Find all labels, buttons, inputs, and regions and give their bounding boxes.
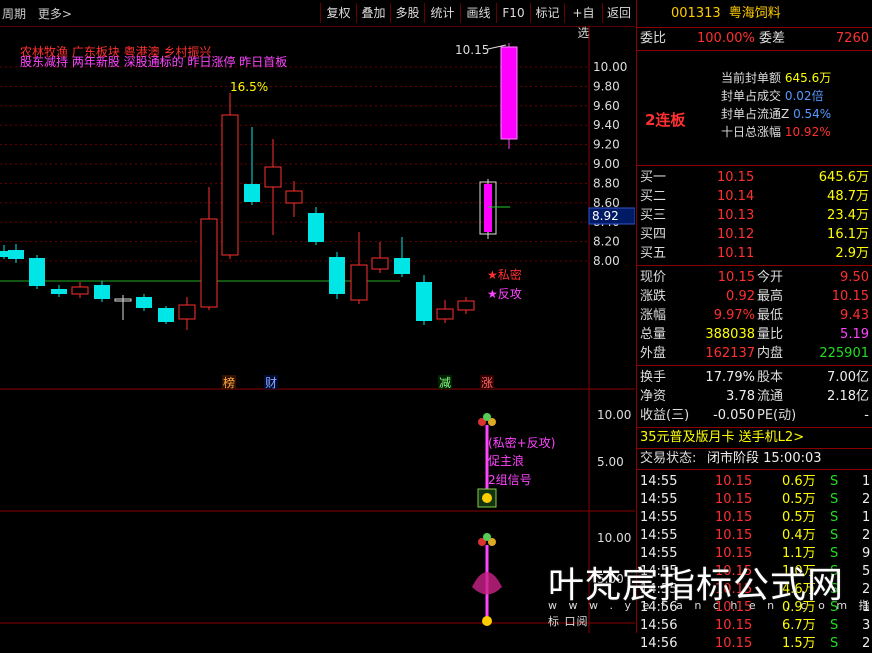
multi-stock-button[interactable]: 多股 [390,3,424,23]
current-price-tag-text: 8.92 [592,209,619,223]
concepts-line2: 股东减持 两年新股 深股通标的 昨日涨停 昨日首板 [20,54,287,69]
bid-row[interactable]: 买二 10.14 48.7万 [637,187,872,206]
more-button[interactable]: 更多> [38,7,72,21]
marker-finance[interactable]: 财 [265,376,277,390]
promo-link[interactable]: 35元普及版月卡 送手机L2> [637,428,872,449]
sub2-tick-10: 10.00 [597,531,631,545]
signal-counter: ★反攻 [487,287,522,301]
candle [371,257,389,270]
candle [158,308,174,322]
tick-row: 14:55 10.15 0.5万 S 1 [640,510,871,525]
kline-chart[interactable]: 10.009.809.609.409.209.008.808.608.408.2… [0,27,635,633]
overlay-button[interactable]: 叠加 [356,3,390,23]
chart-toolbar: 周期 更多> 复权 叠加 多股 统计 画线 F10 标记 +自选 返回 [0,0,635,40]
sub1-tick-10: 10.00 [597,408,631,422]
price-tick: 9.40 [593,118,620,132]
candle [416,282,432,321]
tick-row: 14:55 10.15 0.4万 S 2 [640,528,871,543]
candle [71,286,89,295]
price-tick: 8.00 [593,254,620,268]
stat2-row: 净资 3.78 流通 2.18亿 [640,389,869,404]
draw-line-button[interactable]: 画线 [460,3,496,23]
stock-title: 001313 粤海饲料 [637,0,872,28]
stat-row: 外盘 162137 内盘 225901 [640,346,869,361]
candle [29,258,45,286]
candle [308,213,324,242]
f10-button[interactable]: F10 [496,3,530,23]
price-tick: 9.60 [593,99,620,113]
candle [329,257,345,294]
stat-row: 涨跌 0.92 最高 10.15 [640,289,869,304]
candle [394,258,410,274]
weibi-row: 委比 100.00% 委差 7260 [637,28,872,51]
sub1-tick-5: 5.00 [597,455,624,469]
sub1-text1: (私密+反攻) [488,435,555,450]
trade-status: 交易状态: 闭市阶段 15:00:03 [637,449,872,470]
candle [244,184,260,202]
price-tick: 8.80 [593,176,620,190]
candle [8,250,24,259]
candle [94,285,110,299]
candle [200,218,218,308]
bid-row[interactable]: 买四 10.12 16.1万 [637,225,872,244]
marker-reduce[interactable]: 减 [439,376,451,390]
max-price-label: 10.15 [455,43,489,57]
candle [436,308,454,320]
stat-row: 总量 388038 量比 5.19 [640,327,869,342]
price-tick: 8.20 [593,235,620,249]
candle [221,114,239,256]
price-tick: 9.00 [593,157,620,171]
stat2-row: 换手 17.79% 股本 7.00亿 [640,370,869,385]
tick-row: 14:55 10.15 0.6万 S 1 [640,474,871,489]
bid-row[interactable]: 买一 10.15 645.6万 [637,168,872,187]
candle [350,264,368,301]
price-axis: 10.009.809.609.409.209.008.808.608.408.2… [593,60,627,268]
marker-rank[interactable]: 榜 [223,375,235,390]
watermark-url: w w w . y e f a n c h e n . c o m 指标 口阅 [548,599,871,628]
add-watchlist-button[interactable]: +自选 [564,3,602,40]
price-tick: 10.00 [593,60,627,74]
tick-row: 14:55 10.15 0.5万 S 2 [640,492,871,507]
stat-row: 现价 10.15 今开 9.50 [640,270,869,285]
stats-button[interactable]: 统计 [424,3,460,23]
candle [264,166,282,188]
candle [136,297,152,308]
weicha-value: 7260 [835,31,869,46]
weibi-value: 100.00% [697,31,755,46]
signal-private: ★私密 [487,267,522,282]
stat-row: 涨幅 9.97% 最低 9.43 [640,308,869,323]
price-tick: 9.80 [593,79,620,93]
bid-row[interactable]: 买三 10.13 23.4万 [637,206,872,225]
adjust-button[interactable]: 复权 [320,3,356,23]
quote-panel: 001313 粤海饲料 委比 100.00% 委差 7260 2连板 当前封单额… [636,0,872,651]
candle [457,300,475,311]
candle [51,289,67,294]
mark-button[interactable]: 标记 [530,3,564,23]
stats-block: 现价 10.15 今开 9.50 涨跌 0.92 最高 10.15 涨幅 9.97%… [637,266,872,366]
pct-label: 16.5% [230,80,268,94]
period-button[interactable]: 周期 [2,7,26,21]
candle [178,304,196,320]
candle [285,190,303,204]
stats-block-2: 换手 17.79% 股本 7.00亿 净资 3.78 流通 2.18亿 收益(三) … [637,366,872,428]
stat2-row: 收益(三) -0.050 PE(动) - [640,408,869,423]
sub1-text3: 2组信号 [488,473,532,487]
back-button[interactable]: 返回 [602,3,635,23]
marker-limit-up[interactable]: 涨 [481,375,493,390]
price-tick: 9.20 [593,138,620,152]
candle [500,46,518,140]
sub1-text2: 促主浪 [488,453,524,468]
stock-code: 001313 [671,6,721,21]
signal-indicator-2 [472,533,502,626]
tick-row: 14:56 10.15 1.5万 S 2 [640,636,871,651]
stock-name: 粤海饲料 [728,6,781,21]
seal-info: 2连板 当前封单额 645.6万 封单占成交 0.02倍 封单占流通Z 0.54… [637,69,872,166]
bid-row[interactable]: 买五 10.11 2.9万 [637,244,872,263]
bid-book: 买一 10.15 645.6万 买二 10.14 48.7万 买三 10.13 23… [637,166,872,266]
